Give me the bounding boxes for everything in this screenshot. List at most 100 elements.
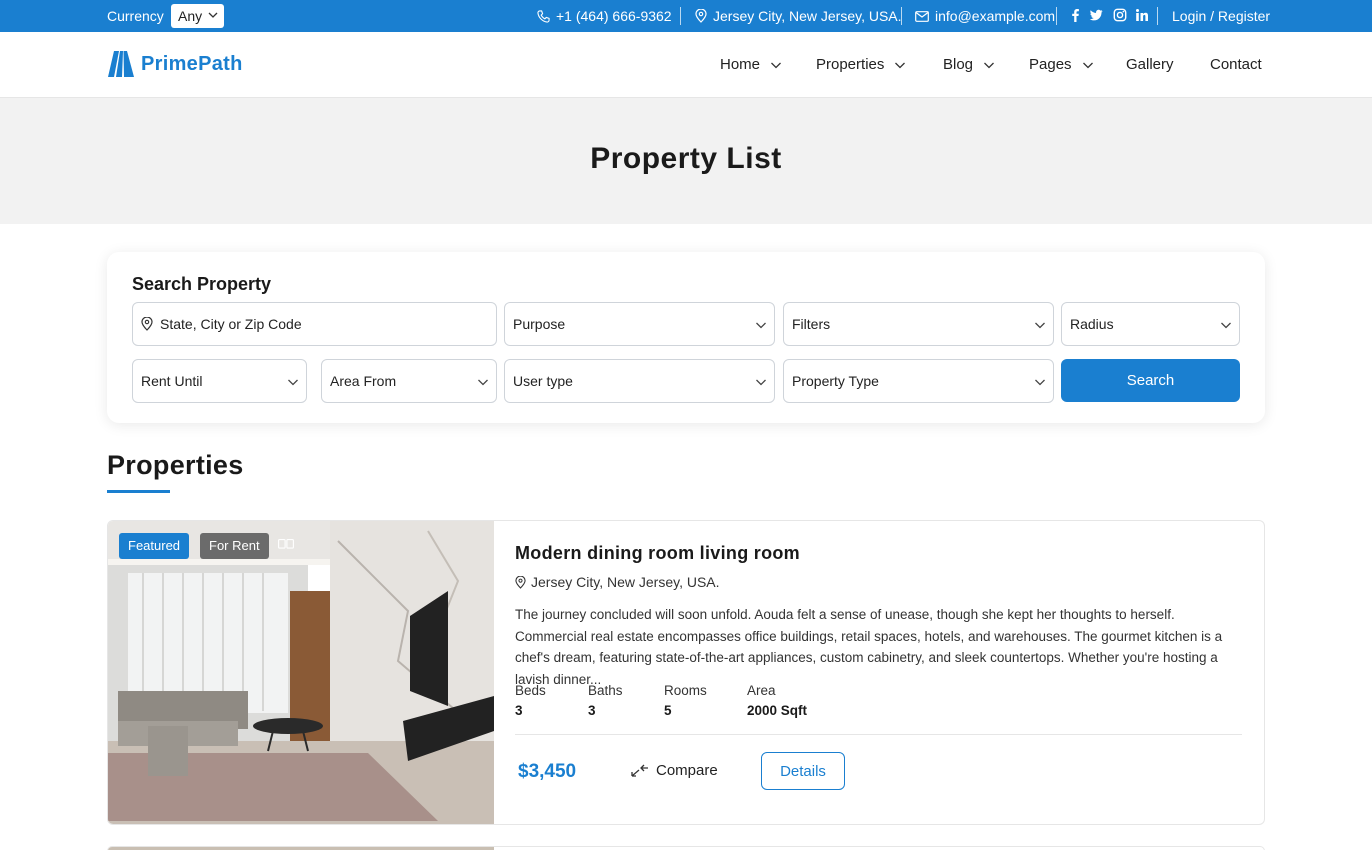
chevron-down-icon xyxy=(1221,322,1231,329)
rooms-label: Rooms xyxy=(664,683,707,698)
chevron-down-icon xyxy=(478,379,488,386)
location-pin-icon xyxy=(695,9,707,23)
property-type-value: Property Type xyxy=(792,373,879,389)
twitter-icon[interactable] xyxy=(1089,8,1103,22)
location-text: Jersey City, New Jersey, USA. xyxy=(531,574,720,590)
beds-stat: Beds 3 xyxy=(515,683,546,718)
nav-label: Home xyxy=(720,56,761,73)
property-type-select[interactable]: Property Type xyxy=(783,359,1054,403)
chevron-down-icon xyxy=(1082,62,1093,68)
beds-value: 3 xyxy=(515,703,523,718)
beds-label: Beds xyxy=(515,683,546,698)
filters-select[interactable]: Filters xyxy=(783,302,1054,346)
address-link[interactable]: Jersey City, New Jersey, USA. xyxy=(695,8,902,24)
instagram-icon[interactable] xyxy=(1113,8,1127,22)
property-title[interactable]: Modern dining room living room xyxy=(515,543,800,564)
card-divider xyxy=(515,734,1242,735)
phone-icon xyxy=(537,9,550,23)
rent-until-select[interactable]: Rent Until xyxy=(132,359,307,403)
email-link[interactable]: info@example.com xyxy=(915,8,1055,24)
rooms-value: 5 xyxy=(664,703,672,718)
currency-select[interactable]: Any xyxy=(171,4,224,28)
currency-label: Currency xyxy=(107,8,164,24)
nav-pages[interactable]: Pages xyxy=(1029,56,1094,73)
page-banner: Property List xyxy=(0,98,1372,224)
nav-gallery[interactable]: Gallery xyxy=(1126,56,1174,73)
nav-label: Pages xyxy=(1029,56,1072,73)
nav-label: Gallery xyxy=(1126,56,1174,73)
rooms-stat: Rooms 5 xyxy=(664,683,707,718)
nav-contact[interactable]: Contact xyxy=(1210,56,1262,73)
area-stat: Area 2000 Sqft xyxy=(747,683,807,718)
logo-text: PrimePath xyxy=(141,52,243,75)
search-heading: Search Property xyxy=(132,274,272,294)
heading-underline xyxy=(107,490,170,493)
details-button[interactable]: Details xyxy=(761,752,845,790)
nav-label: Properties xyxy=(816,56,885,73)
for-rent-badge: For Rent xyxy=(200,533,269,559)
currency-value: Any xyxy=(178,8,203,24)
divider xyxy=(680,7,681,25)
chevron-down-icon xyxy=(1035,322,1045,329)
property-description: The journey concluded will soon unfold. … xyxy=(515,607,1223,687)
gallery-icon[interactable] xyxy=(278,539,294,549)
user-type-select[interactable]: User type xyxy=(504,359,775,403)
logo[interactable]: PrimePath xyxy=(107,50,243,78)
nav-blog[interactable]: Blog xyxy=(943,56,995,73)
property-card: Featured For Rent Modern dining room liv… xyxy=(107,520,1265,825)
chevron-down-icon xyxy=(756,322,766,329)
radius-value: Radius xyxy=(1070,316,1114,332)
location-pin-icon xyxy=(141,317,153,331)
chevron-down-icon xyxy=(771,62,781,68)
linkedin-icon[interactable] xyxy=(1135,8,1149,22)
purpose-value: Purpose xyxy=(513,316,566,332)
chevron-down-icon xyxy=(895,62,906,68)
email-text: info@example.com xyxy=(935,8,1056,24)
chevron-down-icon xyxy=(984,62,994,68)
property-location: Jersey City, New Jersey, USA. xyxy=(515,574,720,590)
area-label: Area xyxy=(747,683,776,698)
property-price: $3,450 xyxy=(518,761,577,782)
nav-properties[interactable]: Properties xyxy=(816,56,906,73)
divider xyxy=(1157,7,1158,25)
area-from-select[interactable]: Area From xyxy=(321,359,497,403)
location-placeholder: State, City or Zip Code xyxy=(160,316,302,332)
phone-text: +1 (464) 666-9362 xyxy=(556,8,672,24)
chevron-down-icon xyxy=(208,12,218,18)
nav-label: Contact xyxy=(1210,56,1262,73)
divider xyxy=(1056,7,1057,25)
search-panel: Search Property State, City or Zip Code … xyxy=(107,252,1265,423)
location-pin-icon xyxy=(515,575,526,589)
chevron-down-icon xyxy=(1035,379,1045,386)
area-from-value: Area From xyxy=(330,373,397,389)
featured-badge: Featured xyxy=(119,533,190,559)
baths-stat: Baths 3 xyxy=(588,683,623,718)
purpose-select[interactable]: Purpose xyxy=(504,302,775,346)
divider xyxy=(901,7,902,25)
search-button[interactable]: Search xyxy=(1061,359,1240,402)
phone-link[interactable]: +1 (464) 666-9362 xyxy=(537,8,672,24)
mail-icon xyxy=(915,10,929,22)
location-input[interactable]: State, City or Zip Code xyxy=(132,302,497,346)
address-text: Jersey City, New Jersey, USA. xyxy=(713,8,902,24)
logo-mark-icon xyxy=(108,51,134,77)
baths-value: 3 xyxy=(588,703,596,718)
chevron-down-icon xyxy=(288,379,298,386)
compare-label: Compare xyxy=(656,762,718,779)
baths-label: Baths xyxy=(588,683,623,698)
compare-button[interactable]: Compare xyxy=(631,762,718,779)
user-type-value: User type xyxy=(513,373,573,389)
radius-select[interactable]: Radius xyxy=(1061,302,1240,346)
rent-until-value: Rent Until xyxy=(141,373,203,389)
properties-heading: Properties xyxy=(107,450,244,480)
login-register-link[interactable]: Login / Register xyxy=(1172,8,1270,24)
compare-arrows-icon xyxy=(631,764,648,777)
top-bar: Currency Any +1 (464) 666-9362 Jersey Ci… xyxy=(0,0,1372,32)
chevron-down-icon xyxy=(756,379,766,386)
nav-home[interactable]: Home xyxy=(720,56,782,73)
facebook-icon[interactable] xyxy=(1068,8,1082,22)
main-header: PrimePath Home Properties Blog Pages Gal… xyxy=(0,32,1372,98)
page-title: Property List xyxy=(590,142,782,175)
filters-value: Filters xyxy=(792,316,831,332)
property-photo[interactable] xyxy=(108,521,494,825)
